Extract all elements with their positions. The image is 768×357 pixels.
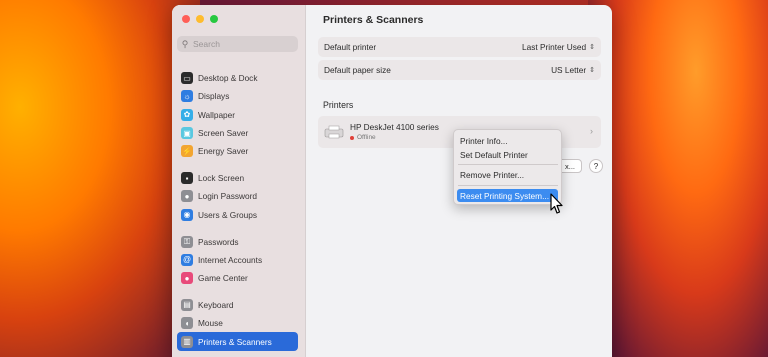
printer-status-text: Offline [357, 134, 376, 141]
sidebar-item-label: Lock Screen [198, 173, 245, 184]
internet-accounts-icon: @ [181, 253, 193, 266]
screen-saver-icon: ▣ [181, 127, 193, 140]
zoom-button[interactable] [210, 15, 218, 23]
printer-icon [324, 125, 344, 139]
menu-item-remove-printer[interactable]: Remove Printer... [457, 168, 558, 181]
chevron-updown-icon: ⇕ [589, 67, 595, 74]
chevron-updown-icon: ⇕ [589, 44, 595, 51]
window-controls [182, 15, 218, 23]
sidebar-item-energy-saver[interactable]: ⚡ Energy Saver [177, 142, 298, 160]
offline-status-dot [350, 135, 354, 140]
desktop-dock-icon: ▭ [181, 72, 193, 85]
sidebar-item-label: Internet Accounts [198, 254, 263, 265]
default-paper-row[interactable]: Default paper size US Letter ⇕ [318, 60, 601, 80]
sidebar-item-label: Users & Groups [198, 209, 258, 220]
default-printer-label: Default printer [324, 42, 377, 52]
sidebar-item-screen-saver[interactable]: ▣ Screen Saver [177, 124, 298, 142]
sidebar-item-label: Desktop & Dock [198, 73, 258, 84]
wallpaper-right [588, 0, 768, 357]
search-icon: ⚲ [181, 38, 189, 49]
menu-item-reset-printing-system[interactable]: Reset Printing System... [457, 189, 558, 202]
default-printer-popup[interactable]: Last Printer Used ⇕ [522, 42, 595, 52]
page-title: Printers & Scanners [323, 14, 424, 26]
menu-item-set-default[interactable]: Set Default Printer [457, 148, 558, 161]
close-button[interactable] [182, 15, 190, 23]
login-password-icon: ● [181, 190, 193, 203]
sidebar-item-label: Mouse [198, 318, 223, 329]
printers-scanners-icon: ▥ [181, 335, 193, 348]
context-menu: Printer Info... Set Default Printer Remo… [453, 129, 562, 205]
sidebar-item-displays[interactable]: ☼ Displays [177, 87, 298, 105]
lock-screen-icon: ▪ [181, 172, 193, 185]
menu-separator [458, 185, 558, 186]
cursor-icon [550, 193, 563, 214]
sidebar-item-passwords[interactable]: ⚿ Passwords [177, 232, 298, 250]
sidebar-item-login-password[interactable]: ● Login Password [177, 187, 298, 205]
sidebar-item-wallpaper[interactable]: ✿ Wallpaper [177, 106, 298, 124]
default-paper-value: US Letter [551, 65, 587, 75]
printer-name: HP DeskJet 4100 series [350, 122, 439, 132]
sidebar-item-game-center[interactable]: ● Game Center [177, 269, 298, 287]
sidebar-item-label: Energy Saver [198, 146, 249, 157]
sidebar-item-label: Login Password [198, 191, 258, 202]
search-input[interactable]: ⚲ Search [177, 36, 298, 52]
help-button[interactable]: ? [589, 159, 603, 173]
sidebar-item-printers-scanners[interactable]: ▥ Printers & Scanners [177, 332, 298, 351]
mouse-icon: ◖ [181, 317, 193, 330]
printer-status: Offline [350, 134, 376, 141]
users-groups-icon: ◉ [181, 208, 193, 221]
sidebar-item-keyboard[interactable]: ▤ Keyboard [177, 296, 298, 314]
default-printer-row[interactable]: Default printer Last Printer Used ⇕ [318, 37, 601, 57]
sidebar-item-users-groups[interactable]: ◉ Users & Groups [177, 206, 298, 224]
minimize-button[interactable] [196, 15, 204, 23]
sidebar-list: ▭ Desktop & Dock ☼ Displays ✿ Wallpaper ▣ Scree… [177, 69, 298, 351]
chevron-right-icon[interactable]: › [590, 126, 593, 136]
sidebar-item-label: Screen Saver [198, 128, 249, 139]
sidebar-item-lock-screen[interactable]: ▪ Lock Screen [177, 169, 298, 187]
printers-section-label: Printers [323, 100, 354, 110]
sidebar-item-label: Wallpaper [198, 109, 236, 120]
default-printer-value: Last Printer Used [522, 42, 587, 52]
passwords-icon: ⚿ [181, 235, 193, 248]
energy-saver-icon: ⚡ [181, 145, 193, 158]
search-placeholder: Search [193, 39, 220, 49]
wallpaper-left [0, 0, 200, 357]
game-center-icon: ● [181, 272, 193, 285]
sidebar-item-label: Keyboard [198, 299, 234, 310]
default-paper-label: Default paper size [324, 65, 391, 75]
keyboard-icon: ▤ [181, 298, 193, 311]
wallpaper-icon: ✿ [181, 108, 193, 121]
default-paper-popup[interactable]: US Letter ⇕ [551, 65, 595, 75]
sidebar-item-label: Passwords [198, 236, 239, 247]
displays-icon: ☼ [181, 90, 193, 103]
menu-separator [458, 164, 558, 165]
sidebar-item-label: Game Center [198, 273, 248, 284]
sidebar-item-internet-accounts[interactable]: @ Internet Accounts [177, 251, 298, 269]
sidebar-item-desktop-dock[interactable]: ▭ Desktop & Dock [177, 69, 298, 87]
sidebar-item-label: Displays [198, 91, 230, 102]
menu-item-printer-info[interactable]: Printer Info... [457, 134, 558, 147]
sidebar-item-label: Printers & Scanners [198, 336, 272, 347]
sidebar: ⚲ Search ▭ Desktop & Dock ☼ Displays ✿ Wallpa… [172, 5, 306, 357]
sidebar-item-mouse[interactable]: ◖ Mouse [177, 314, 298, 332]
